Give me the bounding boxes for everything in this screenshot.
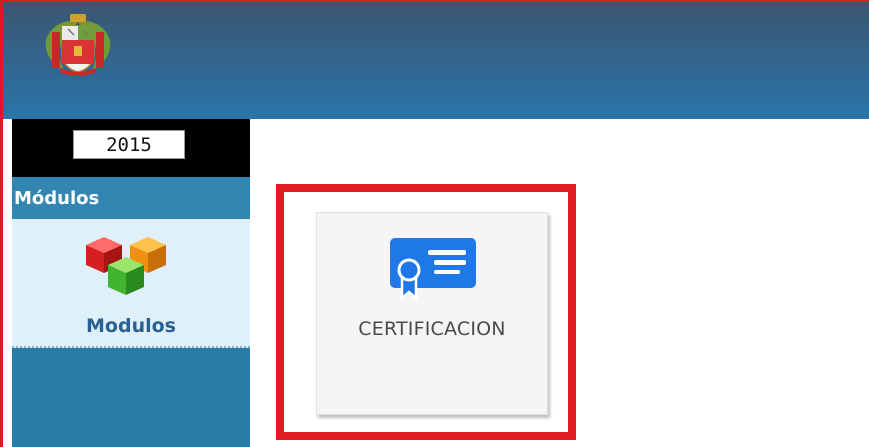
certificate-icon (390, 238, 476, 301)
app-header (0, 0, 869, 119)
cubes-icon (86, 237, 166, 295)
certificacion-tile[interactable]: CERTIFICACION (316, 212, 548, 415)
modules-header: Módulos (12, 177, 250, 219)
sidebar-item-modulos[interactable]: Modulos (12, 219, 250, 348)
peru-coat-of-arms-icon (45, 14, 111, 76)
year-bar: 2015 (12, 119, 250, 177)
year-field[interactable]: 2015 (73, 130, 185, 159)
sidebar: 2015 Módulos Modulos (12, 119, 250, 447)
tile-label: CERTIFICACION (358, 318, 506, 340)
sidebar-item-label: Modulos (86, 315, 176, 337)
